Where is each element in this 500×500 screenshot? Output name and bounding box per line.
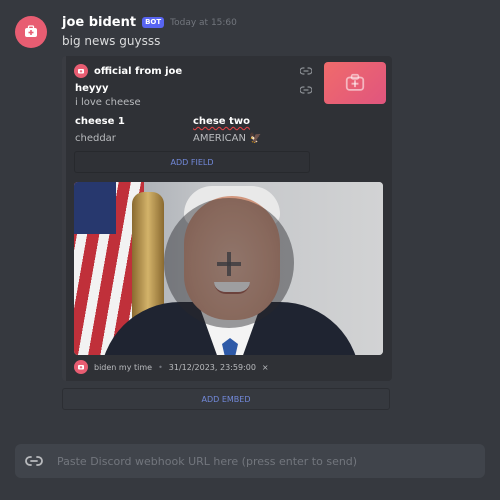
webhook-input-bar (15, 444, 485, 478)
embed-footer: biden my time • 31/12/2023, 23:59:00 × (74, 360, 269, 374)
link-icon[interactable] (300, 67, 312, 75)
plus-icon[interactable] (213, 248, 245, 280)
author-avatar (74, 64, 88, 78)
bot-badge: BOT (142, 17, 165, 28)
embed: official from joe heyyy i love cheese ch… (62, 56, 392, 381)
footer-icon[interactable] (74, 360, 88, 374)
embed-title[interactable]: heyyy (75, 83, 108, 94)
user-avatar[interactable] (15, 16, 47, 48)
footer-timestamp[interactable]: 31/12/2023, 23:59:00 (169, 363, 256, 372)
username[interactable]: joe bident (62, 15, 136, 30)
link-icon[interactable] (300, 86, 312, 94)
embed-thumbnail[interactable] (324, 62, 386, 104)
embed-author[interactable]: official from joe (74, 64, 182, 78)
add-field-button[interactable]: ADD FIELD (74, 151, 310, 173)
webhook-url-input[interactable] (57, 444, 485, 478)
embed-field-name[interactable]: cheese 1 (75, 116, 125, 127)
message-content[interactable]: big news guysss (62, 34, 160, 48)
medical-bag-icon (78, 69, 84, 74)
medical-bag-icon (25, 25, 37, 37)
embed-field-value[interactable]: cheddar (75, 133, 116, 144)
add-embed-button[interactable]: ADD EMBED (62, 388, 390, 410)
clear-timestamp-button[interactable]: × (262, 363, 269, 372)
medical-bag-icon (78, 365, 84, 370)
embed-image[interactable] (74, 182, 383, 355)
medical-bag-icon (345, 73, 365, 91)
footer-text[interactable]: biden my time (94, 363, 152, 372)
footer-separator: • (158, 362, 163, 372)
embed-field-name[interactable]: chese two (193, 116, 250, 127)
message-header: joe bident BOT Today at 15:60 (62, 15, 237, 30)
embed-description[interactable]: i love cheese (75, 97, 141, 108)
message-timestamp: Today at 15:60 (170, 17, 237, 28)
link-icon (25, 455, 43, 467)
embed-field-value[interactable]: AMERICAN 🦅 (193, 133, 262, 144)
embed-author-name: official from joe (94, 65, 183, 77)
